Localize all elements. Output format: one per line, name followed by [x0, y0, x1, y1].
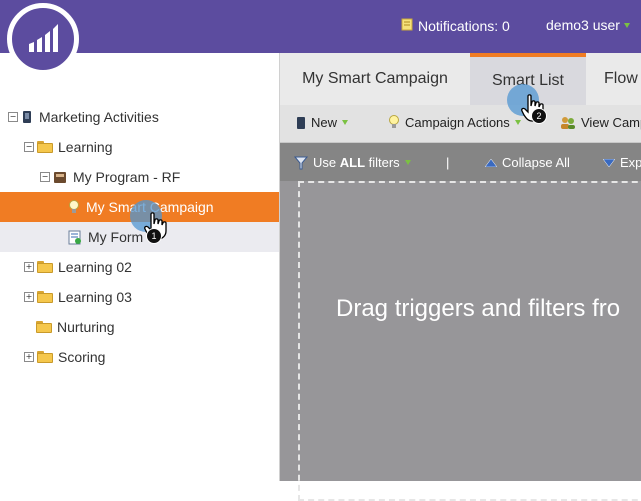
new-button[interactable]: New: [296, 115, 349, 130]
chevron-down-icon: [404, 160, 411, 165]
folder-icon: [36, 321, 52, 333]
user-label: demo3 user: [546, 17, 620, 33]
tree-item-label: My Program - RF: [73, 169, 181, 185]
view-campaign-label: View Camp: [581, 115, 641, 130]
tree-item-scoring[interactable]: + Scoring: [0, 342, 279, 372]
tree-item-label: Learning 02: [58, 259, 132, 275]
tree-item-my-program-rf[interactable]: − My Program - RF: [0, 162, 279, 192]
collapse-icon[interactable]: −: [8, 112, 18, 122]
expand-all-label: Exp: [620, 155, 641, 170]
tree-item-learning-03[interactable]: + Learning 03: [0, 282, 279, 312]
new-label: New: [311, 115, 338, 130]
filter-drop-zone[interactable]: [298, 181, 641, 501]
campaign-actions-label: Campaign Actions: [405, 115, 510, 130]
form-icon: [68, 230, 82, 245]
tree-item-marketing-activities[interactable]: − Marketing Activities: [0, 102, 279, 132]
expand-triangle-icon: [603, 158, 615, 167]
expand-icon[interactable]: +: [24, 262, 34, 272]
separator-glyph: |: [446, 155, 450, 170]
campaign-actions-button[interactable]: Campaign Actions: [388, 115, 521, 130]
lightbulb-icon: [388, 115, 400, 130]
marketo-logo-icon[interactable]: [7, 3, 79, 75]
tree-item-label: My Form: [88, 229, 144, 245]
collapse-triangle-icon: [485, 158, 497, 167]
collapse-icon[interactable]: −: [24, 142, 34, 152]
filter-separator: |: [446, 155, 449, 170]
notifications-icon: [400, 17, 414, 34]
top-bar: Notifications: 0 demo3 user: [0, 0, 641, 53]
program-icon: [53, 170, 67, 184]
filter-icon: [294, 156, 308, 170]
tree-item-label: Learning 03: [58, 289, 132, 305]
toolbar: New Campaign Actions View Camp: [280, 105, 641, 143]
new-icon: [296, 116, 306, 130]
expand-icon[interactable]: +: [24, 352, 34, 362]
drag-instruction-text: Drag triggers and filters fro: [336, 295, 621, 322]
folder-icon: [37, 261, 53, 273]
folder-icon: [37, 291, 53, 303]
chevron-down-icon: [623, 22, 630, 28]
tree-item-label: Marketing Activities: [39, 109, 159, 125]
people-icon: [560, 116, 576, 130]
use-all-filters-button[interactable]: Use ALL filters: [294, 155, 411, 170]
step-number-badge: 2: [531, 108, 547, 124]
tab-flow[interactable]: Flow: [586, 53, 641, 105]
tab-bar: My Smart Campaign Smart List Flow: [280, 53, 641, 105]
notifications-button[interactable]: Notifications: 0: [400, 17, 510, 34]
tree-item-label: Nurturing: [57, 319, 115, 335]
marketing-activities-tree: − Marketing Activities − Learning − My P…: [0, 53, 280, 481]
tab-my-smart-campaign[interactable]: My Smart Campaign: [280, 53, 470, 105]
smart-list-canvas[interactable]: Drag triggers and filters fro: [280, 181, 641, 501]
view-campaign-members-button[interactable]: View Camp: [560, 115, 641, 130]
step-number-badge: 1: [146, 228, 162, 244]
chevron-down-icon: [514, 120, 521, 125]
collapse-all-button[interactable]: Collapse All: [485, 155, 570, 170]
user-menu[interactable]: demo3 user: [546, 17, 630, 33]
tab-label: My Smart Campaign: [302, 70, 448, 87]
tab-label: Flow: [604, 70, 638, 87]
chevron-down-icon: [342, 120, 349, 125]
tree-item-learning-02[interactable]: + Learning 02: [0, 252, 279, 282]
tree-item-nurturing[interactable]: Nurturing: [0, 312, 279, 342]
filter-bar: Use ALL filters | Collapse All Exp: [280, 143, 641, 181]
use-all-bold: ALL: [339, 155, 366, 170]
notifications-label: Notifications: 0: [418, 17, 510, 34]
folder-icon: [37, 141, 53, 153]
expand-all-button[interactable]: Exp: [603, 155, 641, 170]
tree-item-label: Scoring: [58, 349, 106, 365]
use-all-suffix: filters: [365, 155, 400, 170]
folder-icon: [37, 351, 53, 363]
use-all-prefix: Use: [313, 155, 340, 170]
expand-icon[interactable]: +: [24, 292, 34, 302]
tree-item-label: Learning: [58, 139, 113, 155]
collapse-all-label: Collapse All: [502, 155, 570, 170]
tree-item-learning[interactable]: − Learning: [0, 132, 279, 162]
collapse-icon[interactable]: −: [40, 172, 50, 182]
lightbulb-icon: [68, 199, 80, 215]
marketing-activities-icon: [21, 110, 33, 124]
